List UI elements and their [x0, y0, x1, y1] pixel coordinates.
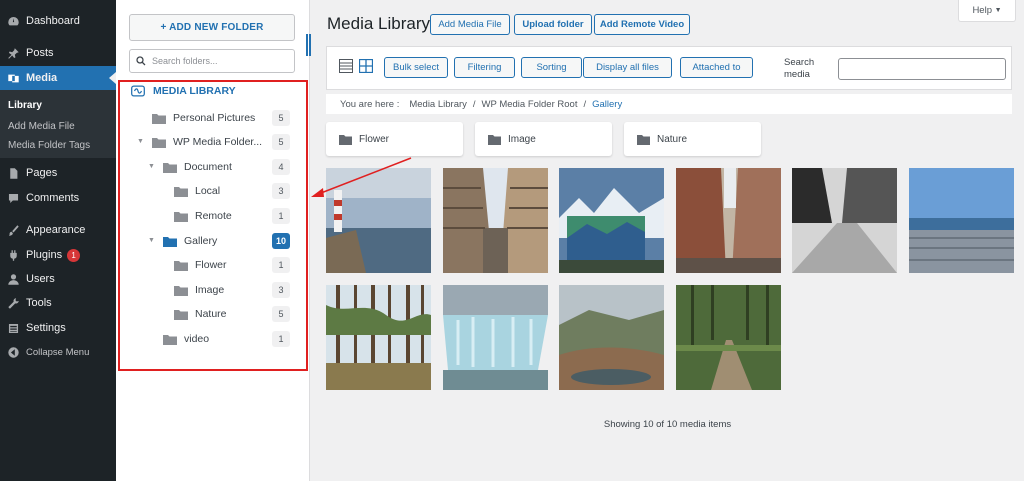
- menu-label: Settings: [26, 322, 66, 334]
- pages-icon: [6, 166, 20, 180]
- menu-label: Collapse Menu: [26, 346, 90, 358]
- folder-icon: [339, 134, 352, 145]
- media-thumbnail-street-buildings[interactable]: [443, 168, 548, 273]
- folder-card-label: Flower: [359, 133, 390, 145]
- menu-label: Pages: [26, 167, 58, 179]
- folder-card-flower[interactable]: Flower: [326, 122, 463, 156]
- admin-sidebar: Dashboard Posts Media Library Add Media …: [0, 0, 116, 481]
- help-label: Help: [972, 5, 992, 16]
- pin-icon: [6, 46, 20, 60]
- search-media-input[interactable]: [838, 58, 1006, 80]
- caret-down-icon: ▼: [994, 7, 1002, 14]
- settings-icon: [6, 321, 20, 335]
- breadcrumb-root[interactable]: WP Media Folder Root: [482, 99, 578, 110]
- menu-item-posts[interactable]: Posts: [0, 42, 116, 64]
- folder-card-image[interactable]: Image: [475, 122, 612, 156]
- brush-icon: [6, 223, 20, 237]
- menu-item-collapse[interactable]: Collapse Menu: [0, 341, 116, 363]
- menu-item-appearance[interactable]: Appearance: [0, 219, 116, 241]
- display-all-files-button[interactable]: Display all files: [583, 57, 672, 78]
- menu-item-pages[interactable]: Pages: [0, 162, 116, 184]
- menu-item-settings[interactable]: Settings: [0, 317, 116, 339]
- media-thumbnail-city-view[interactable]: [909, 168, 1014, 273]
- upload-folder-button[interactable]: Upload folder: [514, 14, 592, 35]
- folder-search-placeholder: Search folders...: [152, 56, 218, 66]
- collapse-icon: [6, 345, 20, 359]
- menu-item-plugins[interactable]: Plugins 1: [0, 244, 116, 266]
- media-thumbnail-bw-street[interactable]: [792, 168, 897, 273]
- help-button[interactable]: Help ▼: [958, 0, 1016, 22]
- comment-icon: [6, 191, 20, 205]
- sorting-button[interactable]: Sorting: [521, 57, 582, 78]
- breadcrumb: You are here : Media Library / WP Media …: [326, 94, 1012, 115]
- submenu-media-folder-tags[interactable]: Media Folder Tags: [8, 140, 90, 151]
- menu-item-users[interactable]: Users: [0, 268, 116, 290]
- user-icon: [6, 272, 20, 286]
- media-toolbar: Bulk select Filtering Sorting Display al…: [326, 46, 1012, 90]
- folder-card-label: Nature: [657, 133, 688, 145]
- search-media-label: Search media: [784, 57, 815, 80]
- menu-label: Appearance: [26, 224, 86, 236]
- grid-view-icon[interactable]: [359, 59, 373, 73]
- menu-item-media[interactable]: Media: [0, 66, 116, 90]
- media-icon: [6, 71, 20, 85]
- folder-card-label: Image: [508, 133, 536, 145]
- wrench-icon: [6, 296, 20, 310]
- list-view-icon[interactable]: [339, 59, 353, 73]
- menu-item-tools[interactable]: Tools: [0, 292, 116, 314]
- add-remote-video-button[interactable]: Add Remote Video: [594, 14, 690, 35]
- media-thumbnail-lighthouse[interactable]: [326, 168, 431, 273]
- breadcrumb-media-library[interactable]: Media Library: [409, 99, 467, 110]
- main-content: Media Library Add Media File Upload fold…: [311, 0, 1024, 481]
- menu-label: Users: [26, 273, 55, 285]
- folder-card-nature[interactable]: Nature: [624, 122, 761, 156]
- submenu-library[interactable]: Library: [8, 100, 42, 111]
- media-thumbnail-mountain-lake[interactable]: [559, 285, 664, 390]
- menu-label: Comments: [26, 192, 80, 204]
- menu-label: Media: [26, 72, 58, 84]
- media-submenu: Library Add Media File Media Folder Tags: [0, 90, 116, 158]
- menu-label: Dashboard: [26, 15, 80, 27]
- media-thumbnail-mountain-painting[interactable]: [559, 168, 664, 273]
- media-thumbnail-alley[interactable]: [676, 168, 781, 273]
- folder-icon: [637, 134, 650, 145]
- menu-item-dashboard[interactable]: Dashboard: [0, 10, 116, 32]
- dashboard-icon: [6, 14, 20, 28]
- media-thumbnail-forest-path[interactable]: [676, 285, 781, 390]
- breadcrumb-prefix: You are here :: [340, 98, 400, 110]
- annotation-highlight-box: [118, 80, 308, 371]
- menu-label: Posts: [26, 47, 54, 59]
- add-new-folder-button[interactable]: + ADD NEW FOLDER: [129, 14, 295, 41]
- plugins-update-badge: 1: [67, 248, 81, 262]
- active-arrow: [109, 72, 116, 84]
- folder-search-input[interactable]: Search folders...: [129, 49, 295, 73]
- breadcrumb-current[interactable]: Gallery: [592, 99, 622, 110]
- add-media-file-button[interactable]: Add Media File: [430, 14, 510, 35]
- bulk-select-button[interactable]: Bulk select: [384, 57, 448, 78]
- search-icon: [136, 56, 146, 66]
- menu-label: Tools: [26, 297, 52, 309]
- submenu-add-media-file[interactable]: Add Media File: [8, 121, 75, 132]
- plug-icon: [6, 248, 20, 262]
- media-count-status: Showing 10 of 10 media items: [603, 419, 732, 430]
- attached-to-button[interactable]: Attached to: [680, 57, 753, 78]
- folder-icon: [488, 134, 501, 145]
- menu-label: Plugins: [26, 249, 63, 261]
- media-thumbnail-forest[interactable]: [326, 285, 431, 390]
- media-thumbnail-glacier[interactable]: [443, 285, 548, 390]
- page-title: Media Library: [327, 14, 430, 33]
- filtering-button[interactable]: Filtering: [454, 57, 515, 78]
- menu-item-comments[interactable]: Comments: [0, 187, 116, 209]
